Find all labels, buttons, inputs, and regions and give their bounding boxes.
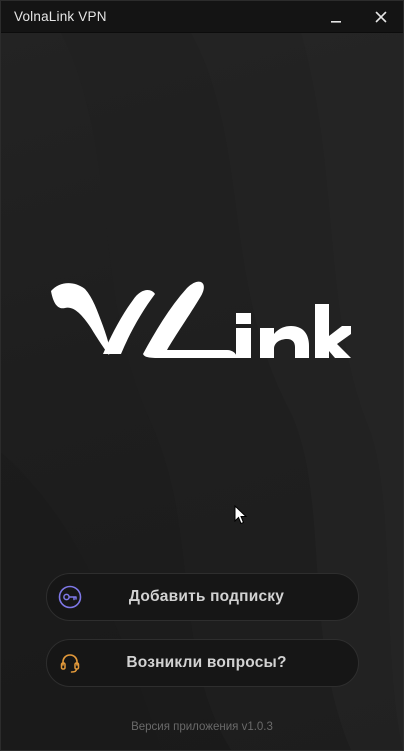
add-subscription-label: Добавить подписку (128, 588, 285, 605)
close-button[interactable] (368, 5, 394, 29)
vlink-logo: ink (51, 281, 351, 358)
questions-label: Возникли вопросы? (126, 654, 287, 671)
close-icon (375, 11, 387, 23)
minimize-icon (331, 21, 341, 23)
mouse-cursor-icon (234, 505, 248, 525)
app-window: VolnaLink VPN Добавить подписку Возникли… (0, 0, 404, 751)
add-subscription-button[interactable]: Добавить подписку (46, 573, 359, 621)
questions-button[interactable]: Возникли вопросы? (46, 639, 359, 687)
app-version: Версия приложения v1.0.3 (131, 721, 273, 733)
window-title: VolnaLink VPN (14, 9, 107, 24)
title-bar[interactable]: VolnaLink VPN (1, 1, 403, 33)
main-content: ink Добавить подписку Возникли вопросы? … (1, 33, 403, 750)
minimize-button[interactable] (323, 5, 349, 29)
